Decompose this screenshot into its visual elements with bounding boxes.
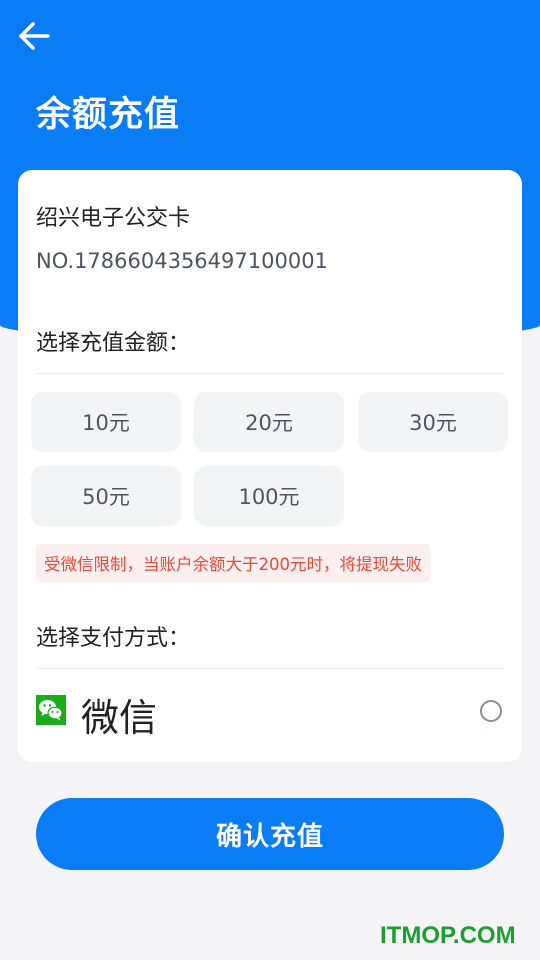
card-name: 绍兴电子公交卡 xyxy=(36,206,191,231)
back-button[interactable] xyxy=(14,16,54,56)
amount-option-100[interactable]: 100元 xyxy=(194,466,344,526)
amount-option-10[interactable]: 10元 xyxy=(31,392,181,452)
amount-option-20[interactable]: 20元 xyxy=(194,392,344,452)
divider xyxy=(36,668,504,669)
limit-notice: 受微信限制，当账户余额大于200元时，将提现失败 xyxy=(36,544,430,582)
page: 余额充值 绍兴电子公交卡 NO.1786604356497100001 选择充值… xyxy=(0,0,540,960)
page-title: 余额充值 xyxy=(36,95,181,135)
payment-section-label: 选择支付方式： xyxy=(36,626,191,651)
arrow-left-icon xyxy=(19,22,50,50)
watermark: ITMOP.COM xyxy=(380,922,516,949)
confirm-recharge-button[interactable]: 确认充值 xyxy=(36,798,504,870)
payment-method-name: 微信 xyxy=(81,696,158,740)
payment-radio[interactable] xyxy=(480,700,502,722)
recharge-card: 绍兴电子公交卡 NO.1786604356497100001 选择充值金额： 1… xyxy=(18,170,522,762)
payment-option-wechat[interactable]: 微信 xyxy=(36,675,504,747)
amount-option-30[interactable]: 30元 xyxy=(358,392,508,452)
wechat-icon xyxy=(36,695,66,725)
amount-option-50[interactable]: 50元 xyxy=(31,466,181,526)
card-number: NO.1786604356497100001 xyxy=(36,249,328,273)
amount-section-label: 选择充值金额： xyxy=(36,331,191,356)
divider xyxy=(36,373,504,374)
